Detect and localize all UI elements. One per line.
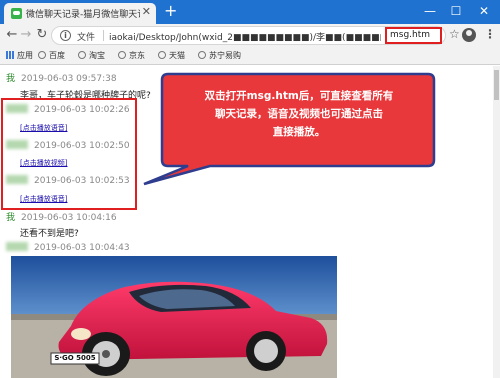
wechat-favicon-icon	[11, 8, 22, 19]
title-bar: 微信聊天记录-猫月微信聊天记 ✕ + — ☐ ✕	[0, 0, 500, 24]
info-icon[interactable]: i	[60, 30, 71, 41]
media-messages-highlight-box	[1, 98, 137, 210]
tab-close-icon[interactable]: ✕	[142, 5, 151, 18]
url-path[interactable]: iaokai/Desktop/John(wxid_2■■■■■■■■■)/李■■…	[109, 30, 381, 43]
bookmark-suning[interactable]: 苏宁易购	[198, 50, 241, 61]
menu-kebab-icon[interactable]: ⋮	[484, 27, 496, 41]
message-header: 2019-06-03 10:04:43	[6, 242, 130, 253]
message-text: 还看不到是吧?	[20, 229, 79, 239]
car-photo[interactable]: S·GO 5005	[11, 256, 337, 378]
bookmark-tmall[interactable]: 天猫	[158, 50, 185, 61]
bookmarks-bar: 应用 百度 淘宝 京东 天猫 苏宁易购	[0, 47, 500, 65]
tab-title: 微信聊天记录-猫月微信聊天记	[26, 10, 140, 20]
globe-icon	[38, 51, 46, 59]
message-header: 我 2019-06-03 09:57:38	[6, 74, 117, 84]
globe-icon	[198, 51, 206, 59]
bookmark-baidu[interactable]: 百度	[38, 50, 65, 61]
browser-tab[interactable]: 微信聊天记录-猫月微信聊天记 ✕	[4, 3, 156, 24]
reload-button[interactable]: ↻	[34, 27, 50, 43]
globe-icon	[158, 51, 166, 59]
new-tab-button[interactable]: +	[164, 2, 177, 20]
bookmark-star-icon[interactable]: ☆	[449, 27, 460, 41]
close-window-button[interactable]: ✕	[472, 1, 496, 21]
callout-text: 双击打开msg.htm后，可直接查看所有 聊天记录，语音及视频也可通过点击 直接…	[204, 90, 394, 138]
globe-icon	[78, 51, 86, 59]
address-bar[interactable]: i 文件 iaokai/Desktop/John(wxid_2■■■■■■■■■…	[51, 26, 446, 45]
profile-avatar-icon[interactable]	[462, 28, 476, 42]
blurred-sender-name	[6, 242, 28, 251]
apps-grid-icon	[6, 51, 14, 59]
forward-button[interactable]: →	[18, 27, 34, 43]
bookmark-taobao[interactable]: 淘宝	[78, 50, 105, 61]
omnibox-divider	[103, 30, 104, 41]
maximize-button[interactable]: ☐	[444, 1, 468, 21]
callout-bubble: 双击打开msg.htm后，可直接查看所有 聊天记录，语音及视频也可通过点击 直接…	[140, 72, 436, 190]
message-header: 我 2019-06-03 10:04:16	[6, 213, 117, 223]
license-plate: S·GO 5005	[54, 354, 96, 362]
bookmark-apps[interactable]: 应用	[6, 50, 33, 61]
scrollbar-thumb[interactable]	[494, 70, 499, 100]
bookmark-jd[interactable]: 京东	[118, 50, 145, 61]
vertical-scrollbar[interactable]	[493, 66, 500, 378]
globe-icon	[118, 51, 126, 59]
omnibox-file-label: 文件	[77, 33, 96, 43]
url-file-highlight[interactable]: msg.htm	[385, 27, 442, 44]
browser-toolbar: ← → ↻ i 文件 iaokai/Desktop/John(wxid_2■■■…	[0, 24, 500, 47]
minimize-button[interactable]: —	[418, 1, 442, 21]
